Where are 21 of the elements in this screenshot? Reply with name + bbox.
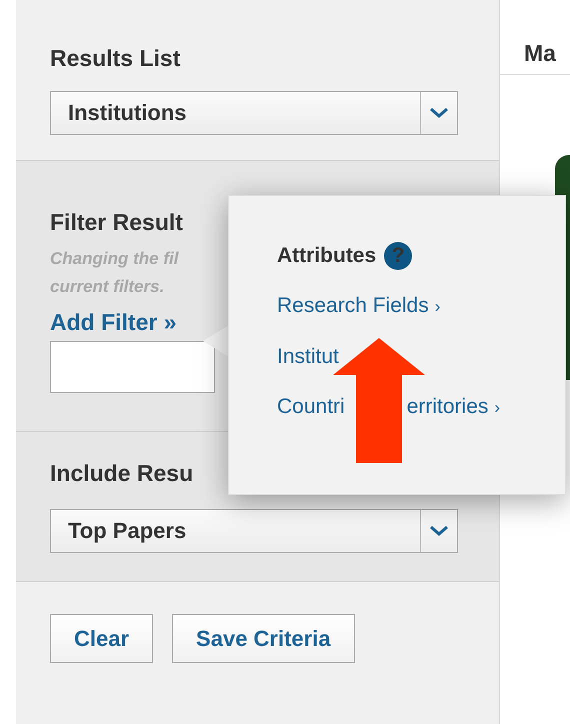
attribute-link[interactable]: erritories <box>406 393 488 420</box>
chevron-right-icon: › <box>494 394 500 421</box>
save-criteria-button[interactable]: Save Criteria <box>172 614 355 663</box>
add-filter-link[interactable]: Add Filter » <box>50 309 177 336</box>
chevron-down-icon <box>429 107 449 119</box>
attribute-link[interactable]: Countri <box>277 393 345 420</box>
section-heading: Results List <box>50 44 182 72</box>
chevron-down-icon <box>429 525 449 537</box>
hint-text: current filters. <box>50 276 164 298</box>
clear-button[interactable]: Clear <box>50 614 154 663</box>
filter-input-field[interactable] <box>50 341 215 393</box>
include-results-select[interactable]: Top Papers <box>50 509 458 553</box>
attribute-link[interactable]: Research Fields <box>277 292 429 319</box>
section-heading: Include Resu <box>50 459 194 487</box>
hint-text: Changing the fil <box>50 248 178 270</box>
section-heading: Filter Result <box>50 208 184 236</box>
results-list-select[interactable]: Institutions <box>50 91 458 135</box>
popup-title: Attributes <box>277 244 376 268</box>
panel-heading: Ma <box>524 40 556 66</box>
chevron-right-icon: › <box>434 293 440 320</box>
attribute-link[interactable]: Institut <box>277 343 339 370</box>
